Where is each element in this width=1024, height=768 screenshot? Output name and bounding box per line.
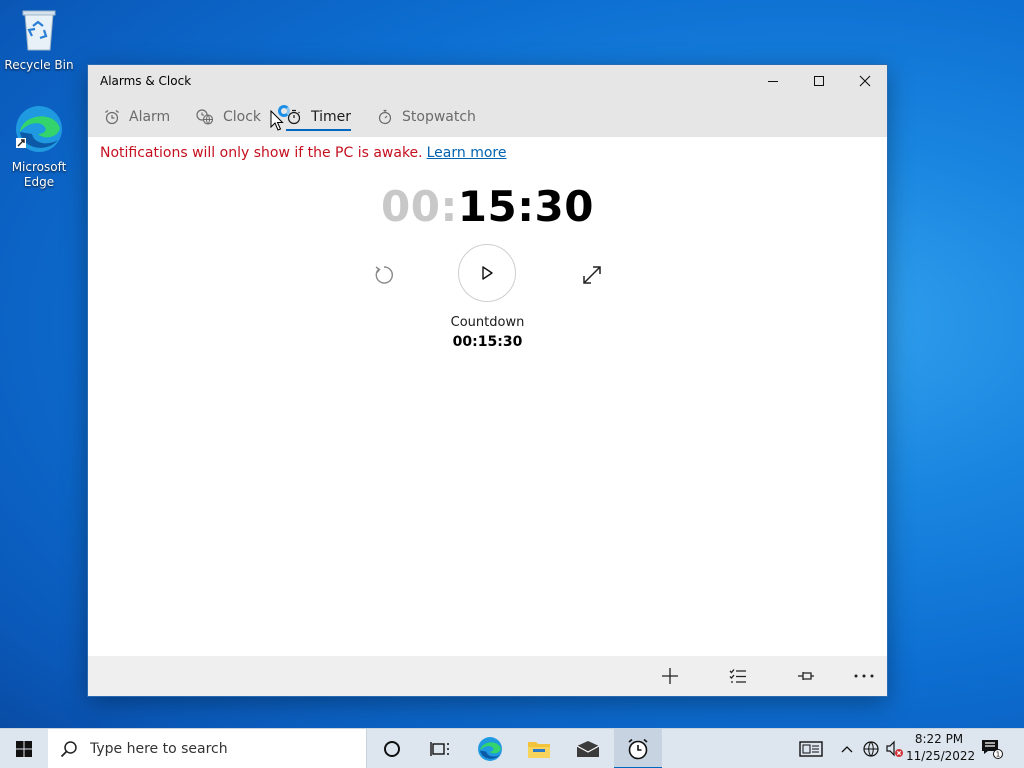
timer-duration: 00:15:30 (452, 334, 523, 350)
close-icon (859, 75, 871, 87)
network-button[interactable] (860, 729, 882, 768)
command-bar (88, 656, 887, 696)
maximize-button[interactable] (796, 65, 842, 97)
taskbar-edge-button[interactable] (468, 729, 512, 768)
alarms-clock-icon (628, 738, 648, 760)
edge-icon (478, 737, 502, 761)
timer-separator: : (440, 182, 458, 231)
play-icon (482, 266, 493, 280)
reset-icon (375, 266, 393, 284)
file-explorer-icon (528, 742, 550, 758)
tab-bar: Alarm Clock Timer Stopwatch (88, 97, 887, 137)
tab-clock[interactable]: Clock (196, 97, 261, 137)
timer-display: 00:15:30 (88, 182, 887, 231)
expand-icon (583, 266, 601, 284)
cortana-icon (384, 741, 400, 757)
tab-stopwatch[interactable]: Stopwatch (377, 97, 476, 137)
cortana-button[interactable] (370, 729, 414, 768)
edge-desktop-icon[interactable]: Microsoft Edge (1, 104, 77, 190)
timer-name: Countdown (450, 315, 525, 330)
search-icon (60, 740, 78, 758)
more-icon (854, 674, 874, 678)
taskbar-alarms-clock-button[interactable] (614, 729, 662, 768)
clock-time: 8:22 PM (914, 732, 964, 746)
pin-button[interactable] (786, 662, 826, 690)
task-view-button[interactable] (418, 729, 462, 768)
notification-warning: Notifications will only show if the PC i… (100, 145, 506, 161)
more-options-button[interactable] (844, 662, 884, 690)
minimize-icon (768, 81, 778, 82)
recycle-bin-desktop-icon[interactable]: Recycle Bin (1, 6, 77, 73)
tab-timer-label: Timer (311, 109, 352, 125)
maximize-icon (814, 76, 824, 86)
tab-alarm-label: Alarm (129, 109, 171, 125)
mail-button[interactable] (566, 729, 610, 768)
news-interests-button[interactable] (796, 729, 826, 768)
stopwatch-icon (377, 109, 393, 125)
alarm-icon (104, 109, 120, 125)
news-icon (799, 741, 823, 757)
recycle-bin-icon (1, 6, 77, 56)
volume-button[interactable] (884, 729, 906, 768)
clock-date: 11/25/2022 (906, 749, 976, 763)
tab-alarm[interactable]: Alarm (104, 97, 170, 137)
action-center-button[interactable]: 1 (980, 729, 1004, 768)
recycle-bin-label: Recycle Bin (4, 58, 74, 72)
window-title: Alarms & Clock (100, 74, 192, 88)
alarms-clock-window: Alarms & Clock Alarm Clock Timer Stopwat… (88, 65, 887, 696)
reset-button[interactable] (370, 261, 398, 289)
edit-list-icon (729, 669, 746, 683)
learn-more-link[interactable]: Learn more (427, 145, 507, 161)
tab-clock-label: Clock (223, 109, 262, 125)
task-view-icon (430, 742, 449, 756)
volume-muted-icon (886, 740, 903, 757)
timer-minutes-seconds: 15:30 (457, 182, 594, 231)
taskbar: 8:22 PM 11/25/2022 1 (0, 728, 1024, 768)
edit-timers-button[interactable] (718, 662, 758, 690)
notification-count: 1 (996, 751, 1000, 759)
chevron-up-icon (841, 746, 853, 753)
search-input[interactable] (88, 740, 352, 758)
mail-icon (576, 741, 600, 757)
start-button[interactable] (0, 729, 48, 768)
add-icon (662, 668, 678, 684)
notification-icon: 1 (982, 740, 1003, 759)
play-button[interactable] (458, 244, 516, 302)
add-timer-button[interactable] (650, 662, 690, 690)
taskbar-search-box[interactable] (48, 729, 367, 768)
edge-icon (1, 104, 77, 158)
taskbar-clock[interactable]: 8:22 PM 11/25/2022 (906, 731, 976, 765)
file-explorer-button[interactable] (517, 729, 561, 768)
edge-label: Microsoft Edge (11, 160, 67, 189)
show-hidden-icons-button[interactable] (838, 729, 856, 768)
expand-button[interactable] (578, 261, 606, 289)
world-clock-icon (196, 109, 214, 125)
timer-hours: 00 (381, 182, 441, 231)
pin-icon (798, 672, 814, 680)
close-button[interactable] (842, 65, 888, 97)
mouse-cursor-icon (270, 110, 284, 131)
notification-warning-text: Notifications will only show if the PC i… (100, 145, 423, 161)
tab-stopwatch-label: Stopwatch (402, 109, 476, 125)
title-bar[interactable]: Alarms & Clock (88, 65, 887, 97)
network-globe-icon (863, 741, 879, 757)
windows-logo-icon (16, 741, 32, 757)
minimize-button[interactable] (750, 65, 796, 97)
tab-timer[interactable]: Timer (286, 97, 352, 137)
